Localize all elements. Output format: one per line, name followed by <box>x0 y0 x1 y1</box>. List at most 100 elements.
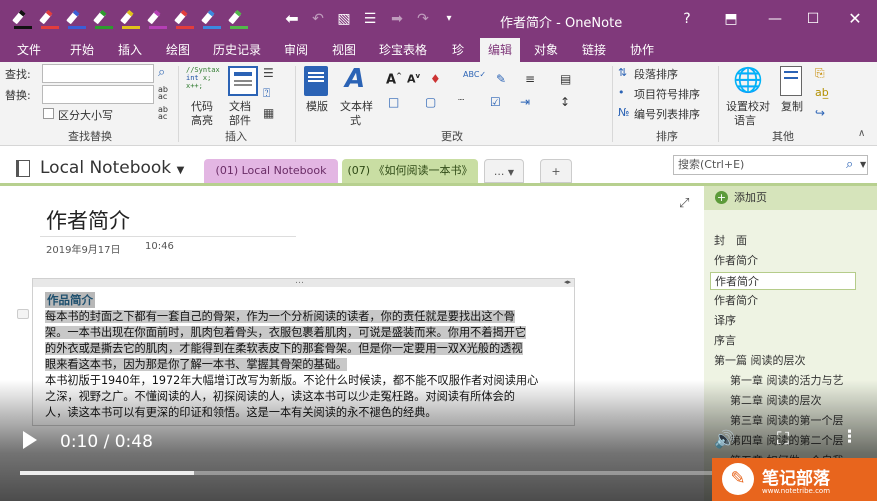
pen-2-icon[interactable] <box>39 9 61 29</box>
number-sort-icon[interactable]: № <box>618 106 632 120</box>
volume-icon[interactable]: 🔊 <box>714 430 735 450</box>
play-icon[interactable] <box>23 431 37 449</box>
pen-1-icon[interactable] <box>12 9 34 29</box>
code-highlight-icon[interactable]: //Syntax int x; x++; <box>186 66 220 96</box>
grow-font-icon[interactable]: A^ <box>386 72 402 87</box>
find-input[interactable] <box>42 64 154 83</box>
search-icon[interactable]: ⌕ <box>158 66 172 80</box>
list-format-icon[interactable]: ☰ <box>263 66 277 80</box>
help-box-icon[interactable]: ⍰ <box>263 86 277 100</box>
page-item[interactable]: 封 面 <box>714 232 747 248</box>
tab-7[interactable]: 视图 <box>324 38 364 62</box>
search-input[interactable]: 搜索(Ctrl+E) <box>673 155 868 175</box>
replace-all-icon[interactable]: ab ac <box>158 106 172 121</box>
text-align-icon[interactable]: ≡ <box>525 72 539 86</box>
page-item[interactable]: 第一篇 阅读的层次 <box>714 352 806 368</box>
copy-icon[interactable] <box>780 66 802 96</box>
minimize-button[interactable]: — <box>760 8 790 30</box>
tab-11[interactable]: 对象 <box>526 38 566 62</box>
help-button[interactable]: ? <box>672 8 702 30</box>
tab-4[interactable]: 绘图 <box>158 38 198 62</box>
add-page-button[interactable]: + 添加页 <box>704 186 877 210</box>
pen-8-icon[interactable] <box>201 9 223 29</box>
export-icon[interactable]: ↪ <box>815 106 829 120</box>
redo-icon[interactable]: ↷ <box>414 10 432 28</box>
pen-9-icon[interactable] <box>228 9 250 29</box>
tab-2[interactable]: 开始 <box>62 38 102 62</box>
collapse-ribbon-icon[interactable]: ∧ <box>858 128 872 142</box>
fullscreen-icon[interactable]: ⛶ <box>777 429 789 449</box>
paragraph-sort-button[interactable]: 段落排序 <box>634 66 678 82</box>
shrink-font-icon[interactable]: Av <box>407 72 421 86</box>
tab-13[interactable]: 协作 <box>622 38 662 62</box>
template-icon[interactable] <box>304 66 328 96</box>
line-spacing-icon[interactable]: ↕ <box>560 95 574 109</box>
close-button[interactable]: ✕ <box>840 8 870 30</box>
tab-12[interactable]: 链接 <box>574 38 614 62</box>
pen-6-icon[interactable] <box>147 9 169 29</box>
spell-check-icon[interactable]: ABC✓ <box>463 70 486 84</box>
section-tab-1[interactable]: (01) Local Notebook <box>204 159 338 183</box>
shape-icon[interactable]: ▢ <box>425 95 439 109</box>
note-container-handle[interactable]: … ◂▸ <box>33 276 574 287</box>
page-item[interactable]: 作者简介 <box>710 272 856 290</box>
pen-4-icon[interactable] <box>93 9 115 29</box>
pen-7-icon[interactable] <box>174 9 196 29</box>
document-parts-icon[interactable] <box>228 66 258 96</box>
highlight-icon[interactable]: ab̲ <box>815 86 829 100</box>
page-item[interactable]: 序言 <box>714 332 736 348</box>
tab-8[interactable]: 珍宝表格 <box>372 38 434 62</box>
forward-icon[interactable]: ➡ <box>388 10 406 28</box>
font-color-icon[interactable]: ♦ <box>430 72 444 86</box>
table-icon[interactable]: ▦ <box>263 106 277 120</box>
full-page-view-icon[interactable]: ☰ <box>361 10 379 28</box>
paragraph-handle[interactable] <box>17 309 29 319</box>
page-item[interactable]: 译序 <box>714 312 736 328</box>
tab-1[interactable]: 文件 <box>14 38 44 62</box>
page-item[interactable]: 作者简介 <box>714 252 758 268</box>
more-sections-tab[interactable]: ... ▼ <box>484 159 524 183</box>
bullet-sort-button[interactable]: 项目符号排序 <box>634 86 700 102</box>
resize-handle-icon[interactable]: ◂▸ <box>564 278 571 286</box>
note-line-4[interactable]: 眼来看这本书，因为那是你了解一本书、掌握其骨架的基础。 <box>45 357 348 373</box>
notebook-name[interactable]: Local Notebook ▼ <box>40 158 184 178</box>
globe-icon[interactable]: 🌐 <box>733 65 763 95</box>
checkbox-icon[interactable]: ☑ <box>490 95 504 109</box>
expand-icon[interactable]: ⤢ <box>679 196 689 211</box>
paste-icon[interactable]: ⎘ <box>815 66 829 80</box>
note-line-1[interactable]: 每本书的封面之下都有一套自己的骨架，作为一个分析阅读的读者，你的责任就是要找出这… <box>45 309 515 325</box>
match-case-checkbox[interactable] <box>43 108 54 119</box>
bullet-sort-icon[interactable]: • <box>618 86 632 100</box>
border-icon[interactable]: □ <box>388 95 402 109</box>
tab-5[interactable]: 历史记录 <box>206 38 268 62</box>
add-section-tab[interactable]: + <box>540 159 572 183</box>
page-item[interactable]: 作者简介 <box>714 292 758 308</box>
move-handle-icon[interactable]: … <box>295 276 304 286</box>
pen-5-icon[interactable] <box>120 9 142 29</box>
section-tab-2[interactable]: (07) 《如何阅读一本书》 <box>342 159 478 183</box>
replace-icon[interactable]: ab ac <box>158 86 172 101</box>
tab-9[interactable]: 珍 <box>444 38 472 62</box>
number-sort-button[interactable]: 编号列表排序 <box>634 106 700 122</box>
text-style-icon[interactable]: A <box>345 64 375 94</box>
paragraph-sort-icon[interactable]: ⇅ <box>618 66 632 80</box>
note-heading[interactable]: 作品简介 <box>45 292 95 308</box>
note-line-2[interactable]: 架。一本书出现在你面前时，肌肉包着骨头，衣服包裹着肌肉，可说是盛装而来。你用不着… <box>45 325 527 341</box>
tab-3[interactable]: 插入 <box>110 38 150 62</box>
maximize-button[interactable]: ☐ <box>798 8 828 30</box>
tab-6[interactable]: 审阅 <box>276 38 316 62</box>
chevron-down-icon[interactable]: ▼ <box>860 160 866 169</box>
indent-icon[interactable]: ⇥ <box>520 95 534 109</box>
search-icon[interactable]: ⌕ <box>846 157 853 172</box>
customize-toolbar-icon[interactable]: ▾ <box>440 10 458 28</box>
more-options-icon[interactable]: ⋮ <box>841 427 858 447</box>
note-line-3[interactable]: 的外衣或是撕去它的肌肉，才能得到在柔软表皮下的那套骨架。但是你一定要用一双X光般… <box>45 341 523 357</box>
back-icon[interactable]: ⬅ <box>283 10 301 28</box>
brush-icon[interactable]: ✎ <box>496 72 510 86</box>
ribbon-display-button[interactable]: ⬒ <box>716 8 746 30</box>
replace-input[interactable] <box>42 85 154 104</box>
page-title[interactable]: 作者简介 <box>46 205 130 235</box>
pen-3-icon[interactable] <box>66 9 88 29</box>
tab-10[interactable]: 编辑 <box>480 38 520 62</box>
undo-icon[interactable]: ↶ <box>309 10 327 28</box>
